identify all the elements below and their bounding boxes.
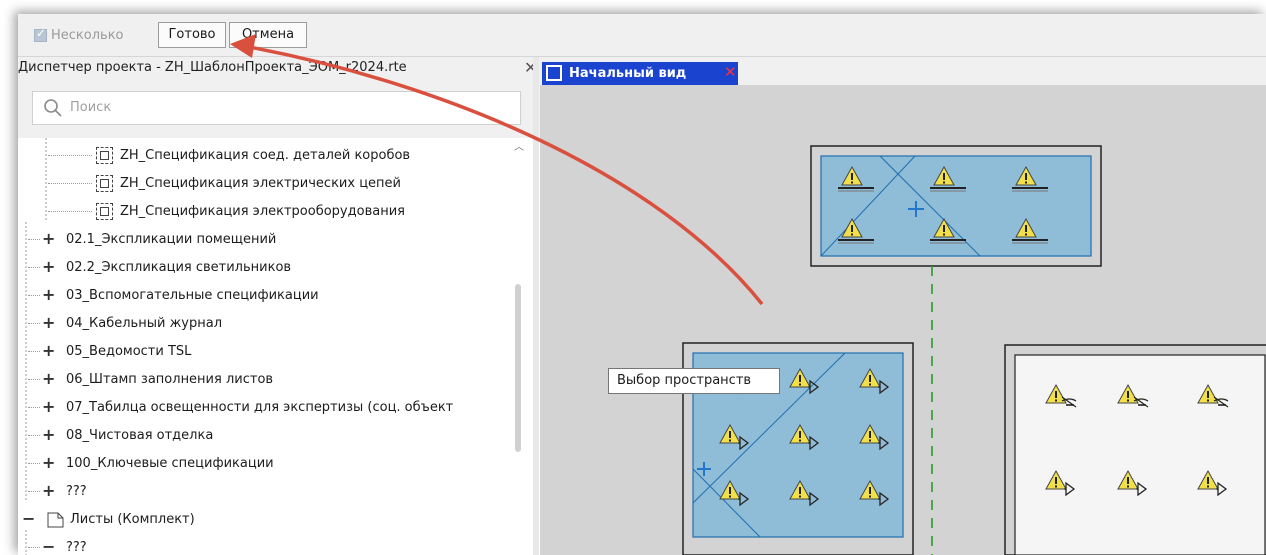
scrollbar-thumb[interactable] xyxy=(515,284,521,452)
tree-item[interactable]: + 08_Чистовая отделка xyxy=(18,422,518,450)
tree-item[interactable]: ZH_Спецификация электрических цепей xyxy=(18,170,518,198)
tree-connector xyxy=(28,295,40,296)
expand-icon[interactable]: + xyxy=(42,425,55,444)
tree-item[interactable]: + 06_Штамп заполнения листов xyxy=(18,366,518,394)
multiple-checkbox[interactable]: ✓ xyxy=(34,26,47,42)
tree-item-label: 08_Чистовая отделка xyxy=(66,428,214,443)
project-browser-header: Диспетчер проекта - ZH_ШаблонПроекта_ЭОМ… xyxy=(18,57,540,81)
schedule-icon xyxy=(96,147,113,164)
tree-connector xyxy=(28,351,40,352)
tree-item[interactable]: + 07_Табилца освещенности для экспертизы… xyxy=(18,394,518,422)
panel-divider[interactable] xyxy=(533,57,539,555)
tree-item-label: 07_Табилца освещенности для экспертизы (… xyxy=(66,400,454,415)
expand-icon[interactable]: + xyxy=(42,481,55,500)
collapse-icon[interactable]: − xyxy=(42,537,55,555)
multiple-label: Несколько xyxy=(51,28,124,43)
tree-item[interactable]: ZH_Спецификация электрооборудования xyxy=(18,198,518,226)
check-icon: ✓ xyxy=(36,26,47,40)
project-tree: ZH_Спецификация соед. деталей коробов ZH… xyxy=(18,138,540,555)
view-icon xyxy=(546,65,562,81)
tree-item[interactable]: + 02.1_Экспликации помещений xyxy=(18,226,518,254)
tree-item-label: 02.1_Экспликации помещений xyxy=(66,232,277,247)
scroll-up-icon[interactable]: ︿ xyxy=(511,138,527,154)
expand-icon[interactable]: + xyxy=(42,257,55,276)
tree-item[interactable]: + 03_Вспомогательные спецификации xyxy=(18,282,518,310)
done-button[interactable]: Готово xyxy=(158,22,226,48)
expand-icon[interactable]: + xyxy=(42,229,55,248)
tree-connector xyxy=(28,379,40,380)
tree-connector xyxy=(48,211,92,212)
tab-start-view[interactable]: Начальный вид ✕ xyxy=(542,62,738,85)
tree-connector xyxy=(28,547,40,548)
tree-item[interactable]: + 04_Кабельный журнал xyxy=(18,310,518,338)
tree-connector xyxy=(28,463,40,464)
tree-item[interactable]: + 05_Ведомости TSL xyxy=(18,338,518,366)
tree-item-label: ??? xyxy=(66,484,87,499)
tree-connector xyxy=(28,267,40,268)
search-icon xyxy=(44,99,62,117)
close-icon[interactable]: ✕ xyxy=(724,63,737,81)
tree-item-label: ZH_Спецификация электрических цепей xyxy=(120,176,401,191)
tree-item[interactable]: + ??? xyxy=(18,478,518,506)
collapse-icon[interactable]: − xyxy=(22,509,35,528)
tree-item-label: ??? xyxy=(66,540,87,555)
tree-connector xyxy=(28,407,40,408)
tree-connector xyxy=(28,435,40,436)
toolbar: ✓ Несколько Готово Отмена xyxy=(18,14,1266,56)
room-space[interactable] xyxy=(1014,354,1266,555)
tree-item[interactable]: + 02.2_Экспликация светильников xyxy=(18,254,518,282)
tree-item-label: 100_Ключевые спецификации xyxy=(66,456,274,471)
tree-item[interactable]: − ??? xyxy=(18,534,518,555)
tree-item-label: 02.2_Экспликация светильников xyxy=(66,260,292,275)
tree-item-label: ZH_Спецификация электрооборудования xyxy=(120,204,405,219)
tree-item-label: Листы (Комплект) xyxy=(70,512,195,527)
tree-item-label: 05_Ведомости TSL xyxy=(66,344,192,359)
tree-item-label: ZH_Спецификация соед. деталей коробов xyxy=(120,148,411,163)
tooltip-text: Выбор пространств xyxy=(617,373,752,388)
drawing-canvas[interactable] xyxy=(540,85,1266,555)
expand-icon[interactable]: + xyxy=(42,369,55,388)
schedule-icon xyxy=(96,175,113,192)
tree-item-sheets[interactable]: − Листы (Комплект) xyxy=(18,506,518,534)
tree-connector xyxy=(28,491,40,492)
search-placeholder: Поиск xyxy=(70,100,112,115)
tree-connector xyxy=(28,239,40,240)
tree-item-label: 06_Штамп заполнения листов xyxy=(66,372,274,387)
tab-label: Начальный вид xyxy=(569,66,687,81)
project-browser-title: Диспетчер проекта - ZH_ШаблонПроекта_ЭОМ… xyxy=(18,60,407,75)
tree-item-label: 04_Кабельный журнал xyxy=(66,316,222,331)
sheet-icon xyxy=(47,512,64,528)
tree-item[interactable]: + 100_Ключевые спецификации xyxy=(18,450,518,478)
tree-connector xyxy=(48,155,92,156)
schedule-icon xyxy=(96,203,113,220)
search-input[interactable]: Поиск xyxy=(32,91,521,125)
expand-icon[interactable]: + xyxy=(42,397,55,416)
tree-connector xyxy=(48,183,92,184)
tree-item[interactable]: ZH_Спецификация соед. деталей коробов xyxy=(18,142,518,170)
expand-icon[interactable]: + xyxy=(42,285,55,304)
app-window: ✓ Несколько Готово Отмена Диспетчер прое… xyxy=(18,14,1266,555)
expand-icon[interactable]: + xyxy=(42,313,55,332)
cancel-button[interactable]: Отмена xyxy=(229,22,307,48)
expand-icon[interactable]: + xyxy=(42,453,55,472)
expand-icon[interactable]: + xyxy=(42,341,55,360)
tree-item-label: 03_Вспомогательные спецификации xyxy=(66,288,319,303)
tooltip: Выбор пространств xyxy=(608,368,780,394)
drawing xyxy=(682,145,1266,555)
tree-connector xyxy=(28,323,40,324)
